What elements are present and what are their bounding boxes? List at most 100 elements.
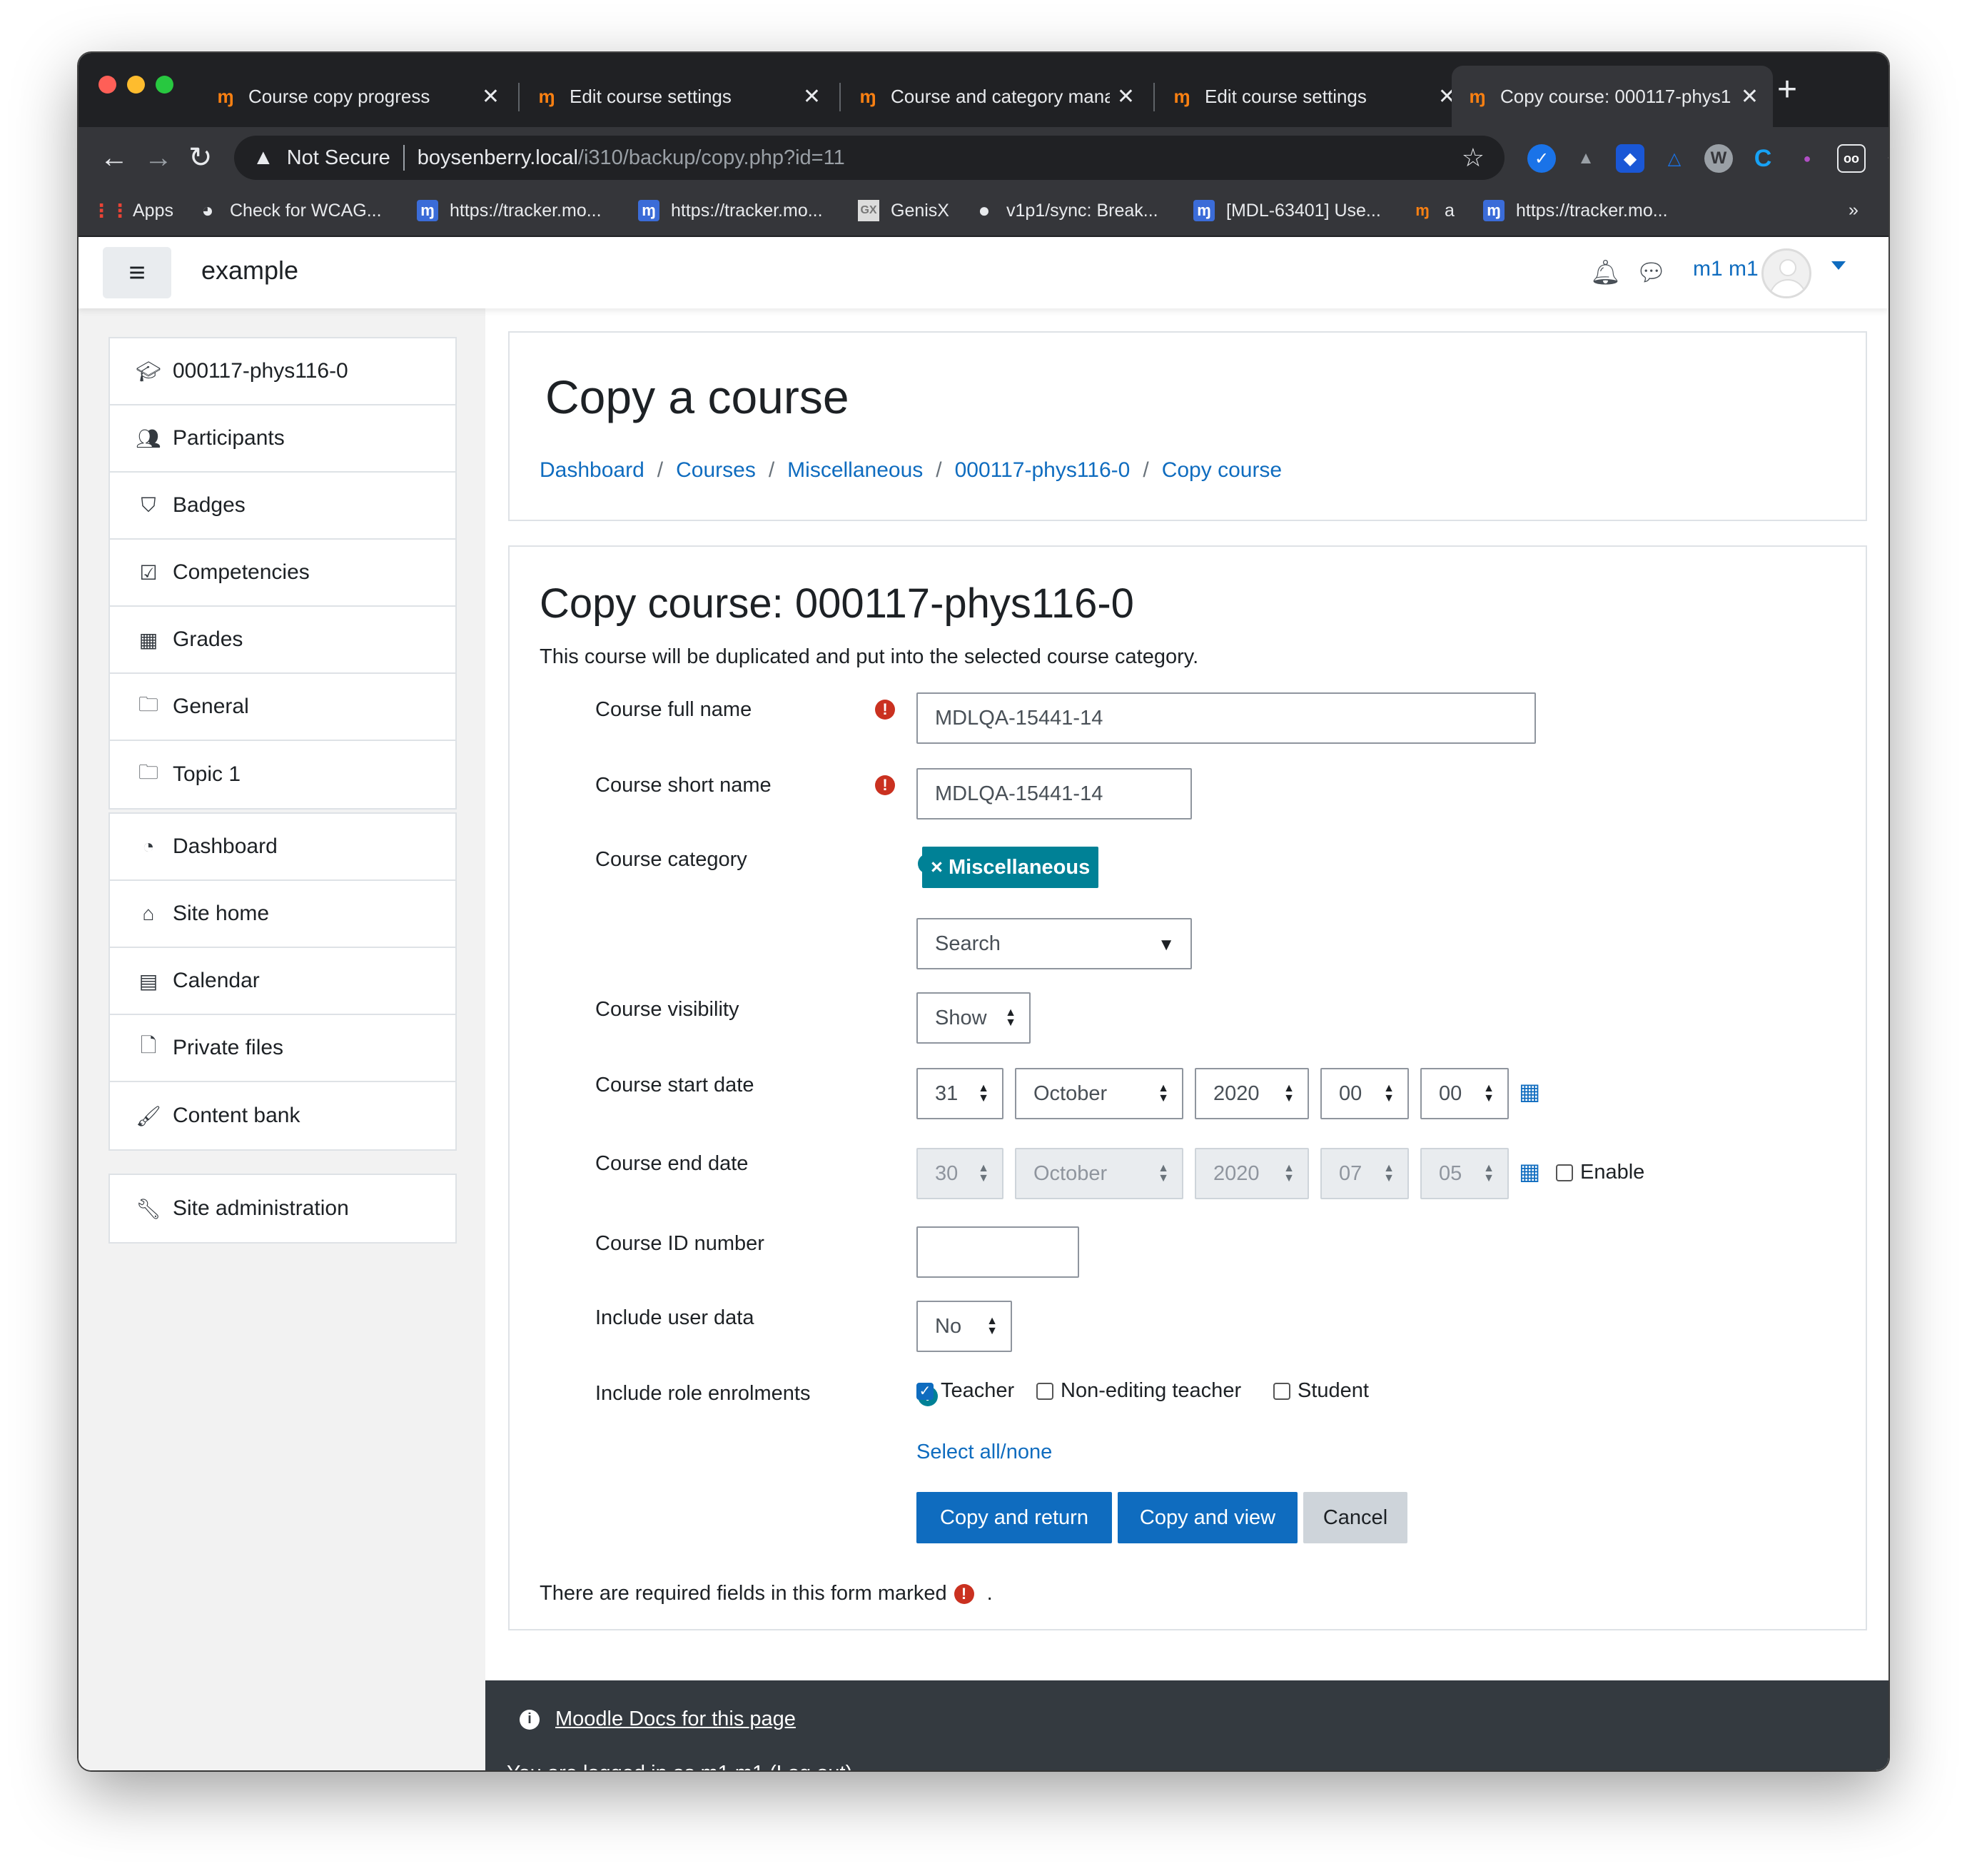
logged-in-text: You are logged in as bbox=[507, 1762, 694, 1770]
start-year-select[interactable]: 2020 ▲ ▼ bbox=[1195, 1068, 1309, 1119]
browser-tab-active[interactable]: ɱ Copy course: 000117-phys1 ✕ bbox=[1452, 66, 1773, 127]
start-month-select[interactable]: October ▲ ▼ bbox=[1015, 1068, 1183, 1119]
puzzle-extensions-icon[interactable]: ✦ bbox=[1881, 144, 1888, 173]
bookmark-tracker-3[interactable]: ɱ https://tracker.mo... bbox=[1483, 200, 1668, 221]
category-tag-miscellaneous[interactable]: × Miscellaneous bbox=[922, 847, 1099, 888]
breadcrumb-dashboard[interactable]: Dashboard bbox=[540, 458, 644, 483]
bell-icon[interactable]: 🔔︎ bbox=[1590, 258, 1621, 287]
start-calendar-icon[interactable]: ▦ bbox=[1519, 1078, 1540, 1105]
select-arrows-icon: ▲ ▼ bbox=[986, 1315, 998, 1337]
nav-item-content-bank[interactable]: 🖌︎ Content bank bbox=[110, 1082, 455, 1149]
bookmark-mdl[interactable]: ɱ [MDL-63401] Use... bbox=[1193, 200, 1381, 221]
browser-tab-1[interactable]: ɱ Edit course settings ✕ bbox=[521, 66, 835, 127]
short-name-input[interactable]: MDLQA-15441-14 bbox=[916, 768, 1192, 820]
user-avatar[interactable] bbox=[1761, 248, 1811, 298]
back-arrow-icon[interactable]: ← bbox=[100, 140, 128, 176]
close-tab-icon[interactable]: ✕ bbox=[803, 84, 821, 109]
checkbox-unchecked bbox=[1556, 1164, 1573, 1181]
end-calendar-icon[interactable]: ▦ bbox=[1519, 1158, 1540, 1185]
nav-item-topic-1[interactable]: 🗀 Topic 1 bbox=[110, 741, 455, 808]
nav-item-participants[interactable]: 👥︎ Participants bbox=[110, 405, 455, 473]
logout-link[interactable]: Log out bbox=[777, 1762, 846, 1770]
bookmark-star-icon[interactable]: ☆ bbox=[1462, 143, 1485, 173]
browser-tab-2[interactable]: ɱ Course and category manag ✕ bbox=[842, 66, 1149, 127]
start-minute-select[interactable]: 00 ▲ ▼ bbox=[1420, 1068, 1509, 1119]
moodle-docs-link[interactable]: Moodle Docs for this page bbox=[555, 1708, 796, 1731]
nav-item-calendar[interactable]: ▤ Calendar bbox=[110, 948, 455, 1015]
full-name-input[interactable]: MDLQA-15441-14 bbox=[916, 692, 1536, 744]
category-search-select[interactable]: Search ▼ bbox=[916, 918, 1192, 969]
nav-item-course[interactable]: 🎓︎ 000117-phys116-0 bbox=[110, 338, 455, 405]
triangle-extension-icon[interactable]: △ bbox=[1660, 144, 1689, 173]
w-extension-icon[interactable]: W bbox=[1704, 144, 1733, 173]
close-window-button[interactable] bbox=[98, 76, 116, 94]
bookmarks-overflow-button[interactable]: » bbox=[1849, 200, 1859, 221]
select-all-none-link[interactable]: Select all/none bbox=[916, 1441, 1052, 1464]
breadcrumb-miscellaneous[interactable]: Miscellaneous bbox=[787, 458, 923, 483]
nav-item-dashboard[interactable]: ◔ Dashboard bbox=[110, 814, 455, 881]
bookmark-a[interactable]: ɱ a bbox=[1412, 200, 1455, 221]
close-tab-icon[interactable]: ✕ bbox=[482, 84, 500, 109]
bookmark-label: [MDL-63401] Use... bbox=[1226, 200, 1381, 221]
nav-item-general[interactable]: 🗀 General bbox=[110, 674, 455, 741]
bookmark-genisx[interactable]: GX GenisX bbox=[858, 200, 949, 221]
start-hour-select[interactable]: 00 ▲ ▼ bbox=[1320, 1068, 1409, 1119]
end-hour-select: 07 ▲ ▼ bbox=[1320, 1148, 1409, 1199]
end-date-enable-checkbox[interactable]: Enable bbox=[1556, 1161, 1644, 1184]
footer-user-link[interactable]: m1 m1 bbox=[700, 1762, 764, 1770]
drive-icon[interactable]: ▲ bbox=[1572, 144, 1600, 173]
visibility-select[interactable]: Show ▲ ▼ bbox=[916, 992, 1031, 1044]
bookmark-apps[interactable]: ⋮⋮ Apps bbox=[92, 200, 173, 221]
close-tab-icon[interactable]: ✕ bbox=[1741, 84, 1759, 109]
nav-label: Content bank bbox=[173, 1104, 300, 1127]
bookmark-tracker-1[interactable]: ɱ https://tracker.mo... bbox=[417, 200, 602, 221]
minimize-window-button[interactable] bbox=[127, 76, 145, 94]
end-minute-value: 05 bbox=[1439, 1161, 1462, 1185]
nav-item-competencies[interactable]: ☑ Competencies bbox=[110, 540, 455, 607]
bookmark-wcag[interactable]: ◕ Check for WCAG... bbox=[197, 199, 382, 221]
graduation-cap-icon: 🎓︎ bbox=[136, 360, 161, 383]
role-teacher-checkbox[interactable]: ✓ Teacher bbox=[916, 1379, 1014, 1403]
drawer-toggle-button[interactable]: ≡ bbox=[103, 247, 171, 298]
nav-item-private-files[interactable]: 🗋 Private files bbox=[110, 1015, 455, 1082]
close-tab-icon[interactable]: ✕ bbox=[1117, 84, 1135, 109]
dot-extension-icon[interactable]: ● bbox=[1793, 144, 1821, 173]
maximize-window-button[interactable] bbox=[156, 76, 173, 94]
copy-and-view-button[interactable]: Copy and view bbox=[1118, 1492, 1298, 1543]
nav-item-badges[interactable]: ⛉ Badges bbox=[110, 473, 455, 540]
breadcrumb-course[interactable]: 000117-phys116-0 bbox=[955, 458, 1131, 483]
address-bar[interactable]: ▲ Not Secure boysenberry.local/i310/back… bbox=[234, 136, 1505, 180]
c-extension-icon[interactable]: C bbox=[1749, 144, 1777, 173]
breadcrumb-copy-course[interactable]: Copy course bbox=[1162, 458, 1282, 483]
idnumber-input[interactable] bbox=[916, 1226, 1079, 1278]
user-menu-name[interactable]: m1 m1 bbox=[1693, 257, 1759, 281]
moodle-favicon-icon: ɱ bbox=[859, 85, 876, 107]
nav-item-grades[interactable]: ▦ Grades bbox=[110, 607, 455, 674]
cancel-button[interactable]: Cancel bbox=[1303, 1492, 1407, 1543]
info-icon: i bbox=[520, 1709, 540, 1730]
nav-item-site-home[interactable]: ⌂ Site home bbox=[110, 881, 455, 948]
browser-tab-0[interactable]: ɱ Course copy progress ✕ bbox=[200, 66, 514, 127]
chat-icon[interactable]: 💬︎ bbox=[1636, 258, 1667, 287]
userdata-select[interactable]: No ▲ ▼ bbox=[916, 1301, 1012, 1352]
role-student-checkbox[interactable]: Student bbox=[1273, 1379, 1369, 1403]
moodle-navbar: ≡ example 🔔︎ 💬︎ m1 m1 bbox=[79, 237, 1888, 308]
user-menu-caret-icon[interactable] bbox=[1831, 261, 1846, 270]
bitwarden-shield-icon[interactable]: ◆ bbox=[1616, 144, 1644, 173]
bookmark-tracker-2[interactable]: ɱ https://tracker.mo... bbox=[638, 200, 823, 221]
browser-tab-3[interactable]: ɱ Edit course settings ✕ bbox=[1156, 66, 1470, 127]
start-day-select[interactable]: 31 ▲ ▼ bbox=[916, 1068, 1003, 1119]
nav-item-site-administration[interactable]: 🔧︎ Site administration bbox=[110, 1175, 455, 1242]
forward-arrow-icon[interactable]: → bbox=[144, 140, 173, 176]
glasses-extension-icon[interactable]: oo bbox=[1837, 144, 1866, 173]
site-name[interactable]: example bbox=[201, 256, 298, 286]
copy-and-return-button[interactable]: Copy and return bbox=[916, 1492, 1112, 1543]
github-icon: ● bbox=[978, 199, 991, 221]
breadcrumb-courses[interactable]: Courses bbox=[676, 458, 756, 483]
reload-icon[interactable]: ↻ bbox=[188, 140, 213, 176]
bookmark-github[interactable]: ● v1p1/sync: Break... bbox=[974, 199, 1158, 221]
extension-check-icon[interactable]: ✓ bbox=[1527, 144, 1556, 173]
role-non-editing-teacher-checkbox[interactable]: Non-editing teacher bbox=[1036, 1379, 1241, 1403]
new-tab-button[interactable]: + bbox=[1777, 70, 1797, 109]
full-name-label: Course full name bbox=[595, 698, 752, 721]
